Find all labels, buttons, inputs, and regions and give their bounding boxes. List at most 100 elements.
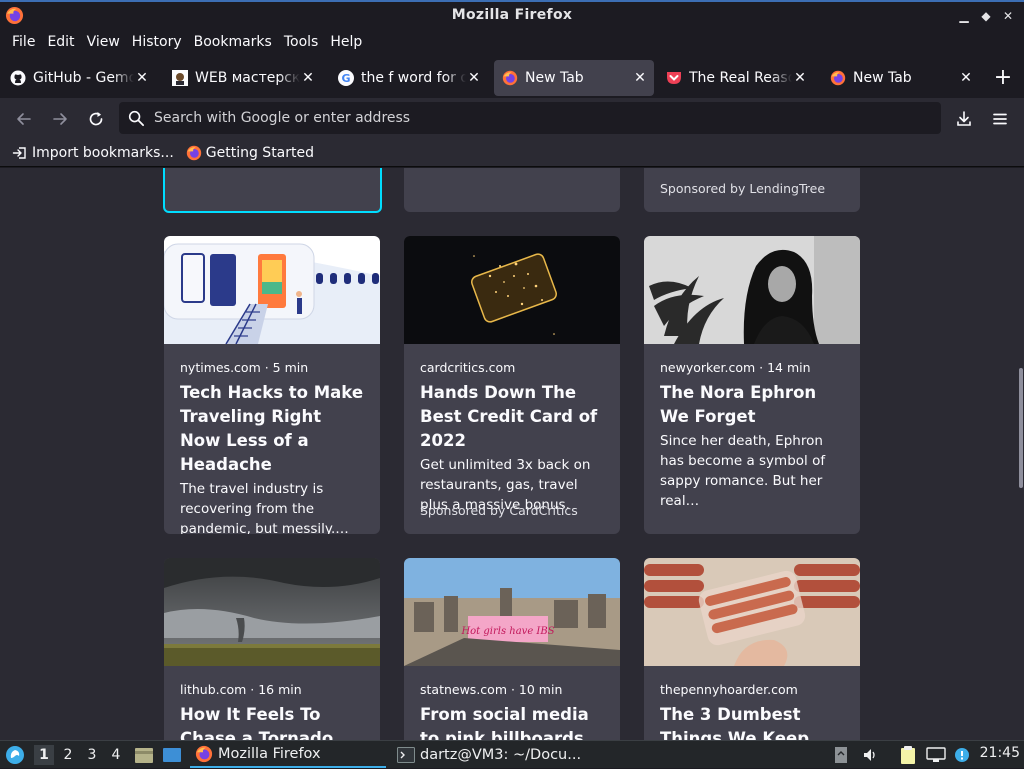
pocket-icon: [666, 70, 682, 86]
story-card[interactable]: Hot girls have IBS statnews.com · 10 min…: [404, 558, 620, 740]
github-icon: [10, 70, 26, 86]
bookmark-label: Import bookmarks...: [32, 145, 174, 161]
back-arrow-icon[interactable]: [14, 109, 34, 129]
navigation-toolbar: [0, 98, 1024, 140]
tab-label: New Tab: [525, 70, 584, 86]
story-card-top-middle[interactable]: [404, 168, 620, 212]
workspace-1[interactable]: 1: [34, 745, 54, 765]
story-headline: How It Feels To Chase a Tornado Across: [180, 705, 334, 740]
tab-strip: GitHub - Gemon ✕ WEB мастерская ✕ G the …: [0, 58, 1024, 96]
story-headline: Tech Hacks to Make Traveling Right Now L…: [180, 383, 364, 474]
google-icon: G: [338, 70, 354, 86]
show-desktop-icon[interactable]: [162, 741, 184, 769]
menu-file[interactable]: File: [6, 34, 41, 50]
tab-close-icon[interactable]: ✕: [792, 70, 808, 86]
volume-icon[interactable]: [862, 741, 882, 769]
task-label: Mozilla Firefox: [218, 746, 321, 762]
page-scrollbar[interactable]: [1019, 368, 1023, 488]
story-source: lithub.com · 16 min: [180, 682, 302, 697]
story-thumbnail: [644, 236, 860, 344]
tab-google-search[interactable]: G the f word for d ✕: [330, 60, 488, 96]
story-source: nytimes.com · 5 min: [180, 360, 309, 375]
workspace-4[interactable]: 4: [106, 745, 126, 765]
story-card-top-right[interactable]: Sponsored by LendingTree: [644, 168, 860, 212]
story-headline: The 3 Dumbest Things We Keep Spending: [660, 705, 810, 740]
story-headline: The Nora Ephron We Forget: [660, 383, 817, 426]
menu-edit[interactable]: Edit: [41, 34, 80, 50]
tab-new-tab[interactable]: New Tab ✕: [822, 60, 980, 96]
forward-arrow-icon[interactable]: [50, 109, 70, 129]
tab-close-icon[interactable]: ✕: [134, 70, 150, 86]
file-manager-icon[interactable]: [134, 741, 154, 769]
restore-icon[interactable]: ◆: [978, 8, 994, 24]
tray-up-arrow-icon[interactable]: [834, 741, 852, 769]
new-tab-plus-icon[interactable]: +: [992, 65, 1014, 90]
story-source: statnews.com · 10 min: [420, 682, 563, 697]
menu-bookmarks[interactable]: Bookmarks: [188, 34, 278, 50]
menu-tools[interactable]: Tools: [278, 34, 325, 50]
story-thumbnail: [164, 558, 380, 666]
story-thumbnail: Hot girls have IBS: [404, 558, 620, 666]
tab-label: GitHub - Gemon: [33, 70, 134, 86]
notification-icon[interactable]: [954, 741, 972, 769]
menu-history[interactable]: History: [126, 34, 188, 50]
tab-label: The Real Reason: [689, 70, 792, 86]
story-card[interactable]: lithub.com · 16 min How It Feels To Chas…: [164, 558, 380, 740]
system-clock: 21:45: [979, 745, 1020, 761]
tab-label: WEB мастерская: [195, 70, 300, 86]
tab-close-icon[interactable]: ✕: [466, 70, 482, 86]
tab-pocket-article[interactable]: The Real Reason ✕: [658, 60, 814, 96]
tab-label: New Tab: [853, 70, 912, 86]
tab-close-icon[interactable]: ✕: [958, 70, 974, 86]
taskbar-terminal-task[interactable]: dartz@VM3: ~/Docu...: [392, 742, 592, 768]
story-card[interactable]: thepennyhoarder.com The 3 Dumbest Things…: [644, 558, 860, 740]
desktop-taskbar: 1 2 3 4 Mozilla Firefox dartz@VM3: ~/Doc…: [0, 740, 1024, 768]
workspace-2[interactable]: 2: [58, 745, 78, 765]
story-thumbnail: [404, 236, 620, 344]
window-title: Mozilla Firefox: [451, 7, 573, 23]
hamburger-menu-icon[interactable]: [990, 109, 1010, 129]
story-thumbnail: [644, 558, 860, 666]
menu-bar: File Edit View History Bookmarks Tools H…: [0, 30, 1024, 54]
tab-close-icon[interactable]: ✕: [632, 70, 648, 86]
reload-icon[interactable]: [86, 109, 106, 129]
bookmark-import[interactable]: Import bookmarks...: [12, 145, 174, 161]
taskbar-firefox-task[interactable]: Mozilla Firefox: [190, 742, 386, 768]
firefox-icon: [186, 145, 202, 161]
menu-help[interactable]: Help: [324, 34, 368, 50]
clipboard-icon[interactable]: [900, 741, 920, 769]
firefox-icon: [502, 70, 518, 86]
tab-new-tab-active[interactable]: New Tab ✕: [494, 60, 654, 96]
menu-view[interactable]: View: [81, 34, 126, 50]
bookmarks-toolbar: Import bookmarks... Getting Started: [0, 140, 1024, 167]
tab-github[interactable]: GitHub - Gemon ✕: [2, 60, 156, 96]
tab-web-masterskaya[interactable]: WEB мастерская ✕: [164, 60, 322, 96]
search-icon: [127, 109, 145, 127]
story-excerpt: The travel industry is recovering from t…: [180, 481, 349, 534]
bookmark-getting-started[interactable]: Getting Started: [186, 145, 314, 161]
story-card[interactable]: newyorker.com · 14 min The Nora Ephron W…: [644, 236, 860, 534]
task-label: dartz@VM3: ~/Docu...: [420, 747, 582, 763]
story-card[interactable]: cardcritics.com Hands Down The Best Cred…: [404, 236, 620, 534]
close-window-icon[interactable]: ✕: [1000, 8, 1016, 24]
minimize-icon[interactable]: ▁: [956, 8, 972, 24]
start-menu-icon[interactable]: [5, 741, 27, 769]
tab-label: the f word for d: [361, 70, 466, 86]
downloads-icon[interactable]: [954, 109, 974, 129]
story-headline: From social media to pink billboards, it…: [420, 705, 590, 740]
newtab-content: Sponsored by LendingTree nytimes.com · 5…: [0, 168, 1024, 740]
network-icon[interactable]: [926, 741, 948, 769]
story-excerpt: Since her death, Ephron has become a sym…: [660, 433, 826, 509]
tab-close-icon[interactable]: ✕: [300, 70, 316, 86]
address-input[interactable]: [154, 110, 914, 126]
bookmark-label: Getting Started: [205, 145, 315, 161]
story-source: cardcritics.com: [420, 360, 516, 375]
address-bar[interactable]: [119, 102, 941, 134]
workspace-3[interactable]: 3: [82, 745, 102, 765]
story-card[interactable]: nytimes.com · 5 min Tech Hacks to Make T…: [164, 236, 380, 534]
story-source: thepennyhoarder.com: [660, 682, 798, 697]
story-source: newyorker.com · 14 min: [660, 360, 811, 375]
window-titlebar: Mozilla Firefox ▁ ◆ ✕: [0, 0, 1024, 30]
story-card-top-left[interactable]: [163, 168, 382, 213]
import-icon: [12, 145, 28, 161]
